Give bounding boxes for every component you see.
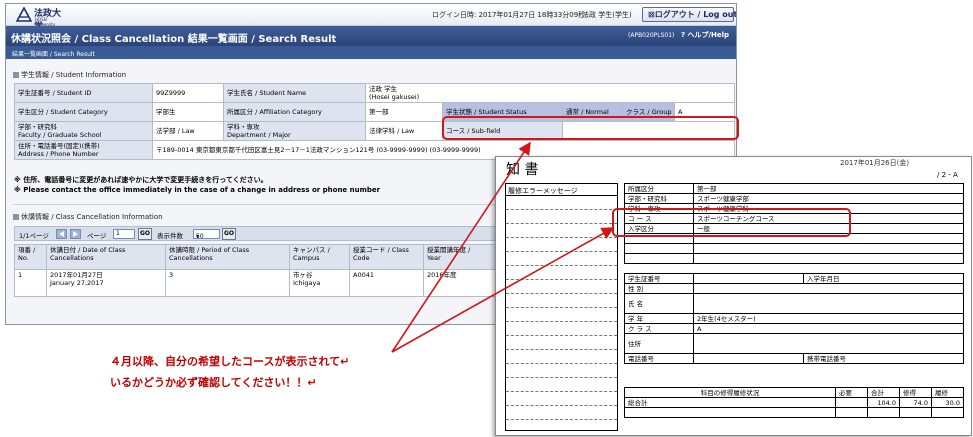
annotation-arrows bbox=[391, 141, 615, 353]
arrow-to-subfield bbox=[391, 141, 531, 353]
arrow-to-course bbox=[391, 227, 615, 353]
annotation-caption-line2: いるかどうか必ず確認してください！！↵ bbox=[110, 376, 317, 389]
annotation-caption-line1: ４月以降、自分の希望したコースが表示されて↵ bbox=[110, 355, 350, 368]
